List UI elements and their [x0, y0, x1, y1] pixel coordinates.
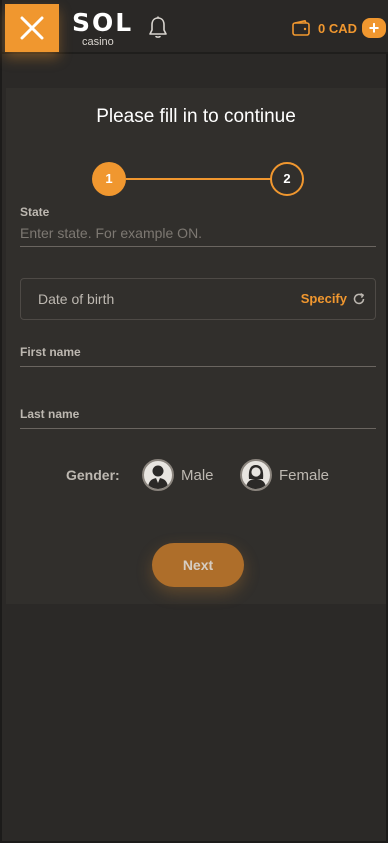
- date-of-birth-field[interactable]: Date of birth Specify: [20, 278, 376, 320]
- last-name-label: Last name: [20, 407, 80, 421]
- balance-amount: 0 CAD: [317, 20, 357, 36]
- logo-wordmark: SOL: [72, 8, 134, 37]
- step-indicator: 1 2: [92, 162, 304, 196]
- form-title: Please fill in to continue: [96, 106, 296, 127]
- app-frame: SOL casino 0 CAD + Please fill in to con…: [0, 0, 388, 843]
- registration-card: Please fill in to continue 1 2 State Dat…: [6, 88, 386, 604]
- bell-icon[interactable]: [148, 16, 168, 40]
- logo[interactable]: SOL casino: [72, 10, 131, 50]
- next-button[interactable]: Next: [152, 543, 244, 587]
- gender-label: Gender:: [66, 467, 120, 483]
- date-of-birth-label: Date of birth: [38, 291, 115, 307]
- step-connector: [126, 178, 272, 180]
- last-name-input[interactable]: [20, 428, 376, 429]
- close-icon: [20, 16, 44, 40]
- state-underline: [20, 246, 376, 247]
- top-bar: SOL casino 0 CAD +: [2, 0, 388, 54]
- male-label: Male: [181, 466, 214, 484]
- female-label: Female: [279, 466, 330, 484]
- logo-subtitle: casino: [82, 36, 114, 48]
- specify-button[interactable]: Specify: [301, 291, 347, 306]
- state-label: State: [20, 205, 50, 219]
- first-name-label: First name: [20, 345, 81, 359]
- close-button[interactable]: [5, 4, 59, 52]
- step-1: 1: [92, 162, 126, 196]
- gender-option-female[interactable]: Female: [240, 458, 329, 492]
- male-avatar-icon[interactable]: [142, 459, 174, 491]
- wallet-icon: [292, 20, 310, 36]
- step-2: 2: [270, 162, 304, 196]
- first-name-input[interactable]: [20, 366, 376, 367]
- gender-option-male[interactable]: Male: [142, 458, 214, 492]
- state-input[interactable]: [20, 222, 376, 244]
- female-avatar-icon[interactable]: [240, 459, 272, 491]
- refresh-icon[interactable]: [352, 292, 366, 306]
- deposit-button[interactable]: +: [362, 18, 386, 38]
- balance-widget[interactable]: 0 CAD +: [292, 16, 386, 40]
